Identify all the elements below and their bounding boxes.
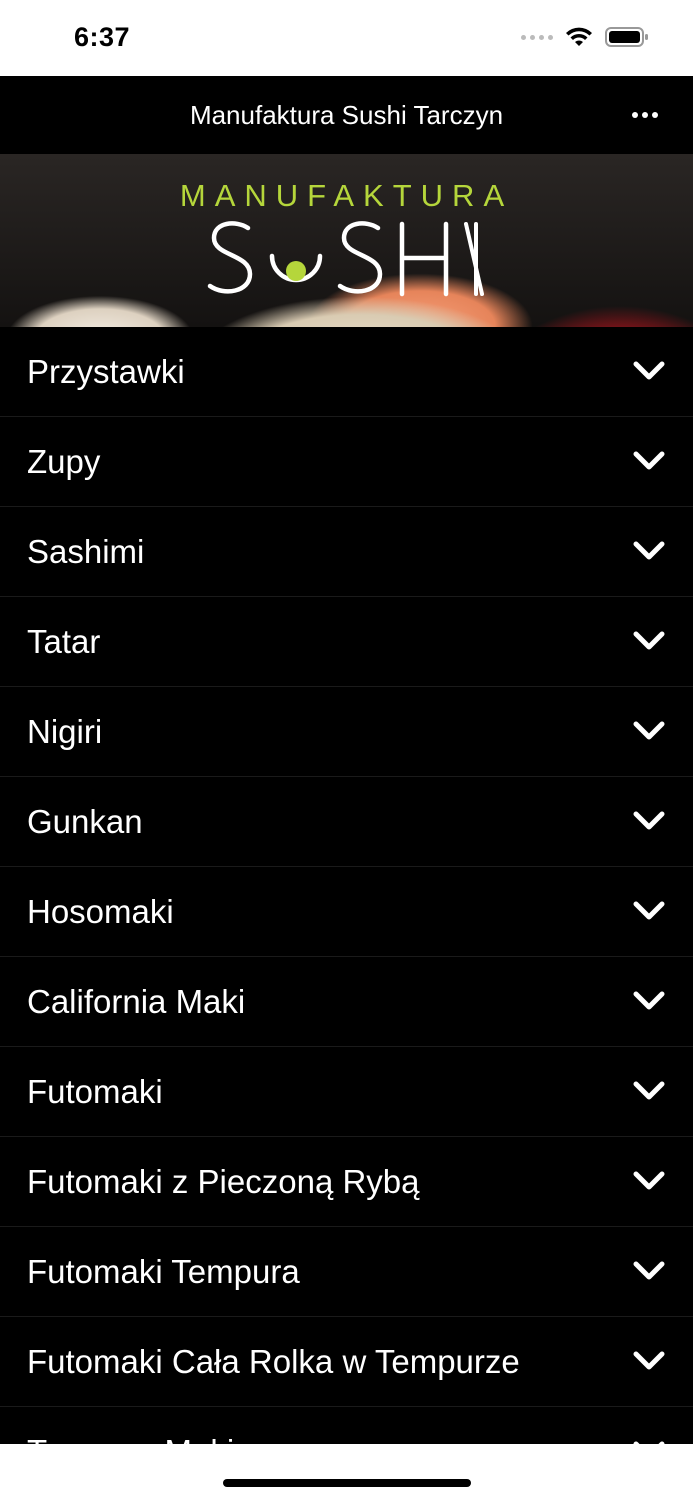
home-indicator-area [0, 1444, 693, 1500]
menu-category-label: Futomaki Cała Rolka w Tempurze [27, 1343, 520, 1380]
menu-category-label: California Maki [27, 983, 246, 1020]
category-list: Przystawki Zupy Sashimi Tatar Nigiri Gunkan Ho… [0, 327, 693, 1497]
menu-category-label: Hosomaki [27, 893, 174, 930]
menu-category-row[interactable]: Futomaki [0, 1047, 693, 1137]
home-indicator[interactable] [223, 1479, 471, 1487]
logo-top-text: MANUFAKTURA [179, 178, 514, 213]
chevron-down-icon[interactable] [633, 451, 665, 471]
menu-category-row[interactable]: Sashimi [0, 507, 693, 597]
menu-category-row[interactable]: Futomaki z Pieczoną Rybą [0, 1137, 693, 1227]
menu-category-label: Przystawki [27, 353, 185, 390]
chevron-down-icon[interactable] [633, 631, 665, 651]
menu-category-row[interactable]: Hosomaki [0, 867, 693, 957]
menu-category-row[interactable]: Futomaki Tempura [0, 1227, 693, 1317]
menu-category-label: Nigiri [27, 713, 103, 750]
menu-category-row[interactable]: Gunkan [0, 777, 693, 867]
menu-category-label: Futomaki [27, 1073, 163, 1110]
chevron-down-icon[interactable] [633, 1351, 665, 1371]
menu-category-row[interactable]: Zupy [0, 417, 693, 507]
status-icons [521, 26, 649, 48]
menu-category-row[interactable]: Przystawki [0, 327, 693, 417]
chevron-down-icon[interactable] [633, 1171, 665, 1191]
chevron-down-icon[interactable] [633, 361, 665, 381]
banner-image: MANUFAKTURA [0, 154, 693, 327]
chevron-down-icon[interactable] [633, 811, 665, 831]
chevron-down-icon[interactable] [633, 901, 665, 921]
menu-category-label: Sashimi [27, 533, 145, 570]
chevron-down-icon[interactable] [633, 1261, 665, 1281]
menu-category-label: Tatar [27, 623, 101, 660]
signal-icon [521, 34, 553, 40]
restaurant-logo: MANUFAKTURA [0, 154, 693, 327]
more-icon[interactable] [625, 103, 665, 127]
status-time: 6:37 [74, 22, 131, 52]
navigation-bar: Manufaktura Sushi Tarczyn [0, 76, 693, 154]
logo-main-sushi [207, 221, 484, 297]
menu-category-row[interactable]: Nigiri [0, 687, 693, 777]
chevron-down-icon[interactable] [633, 541, 665, 561]
menu-category-row[interactable]: California Maki [0, 957, 693, 1047]
menu-category-label: Futomaki z Pieczoną Rybą [27, 1163, 420, 1200]
page-title: Manufaktura Sushi Tarczyn [189, 100, 504, 130]
chevron-down-icon[interactable] [633, 991, 665, 1011]
menu-category-label: Futomaki Tempura [27, 1253, 300, 1290]
menu-category-label: Gunkan [27, 803, 143, 840]
menu-category-row[interactable]: Futomaki Cała Rolka w Tempurze [0, 1317, 693, 1407]
chevron-down-icon[interactable] [633, 1081, 665, 1101]
chevron-down-icon[interactable] [633, 721, 665, 741]
wifi-icon [566, 27, 592, 46]
status-bar: 6:37 [0, 0, 693, 76]
battery-icon [605, 27, 648, 47]
menu-category-label: Zupy [27, 443, 101, 480]
menu-category-row[interactable]: Tatar [0, 597, 693, 687]
